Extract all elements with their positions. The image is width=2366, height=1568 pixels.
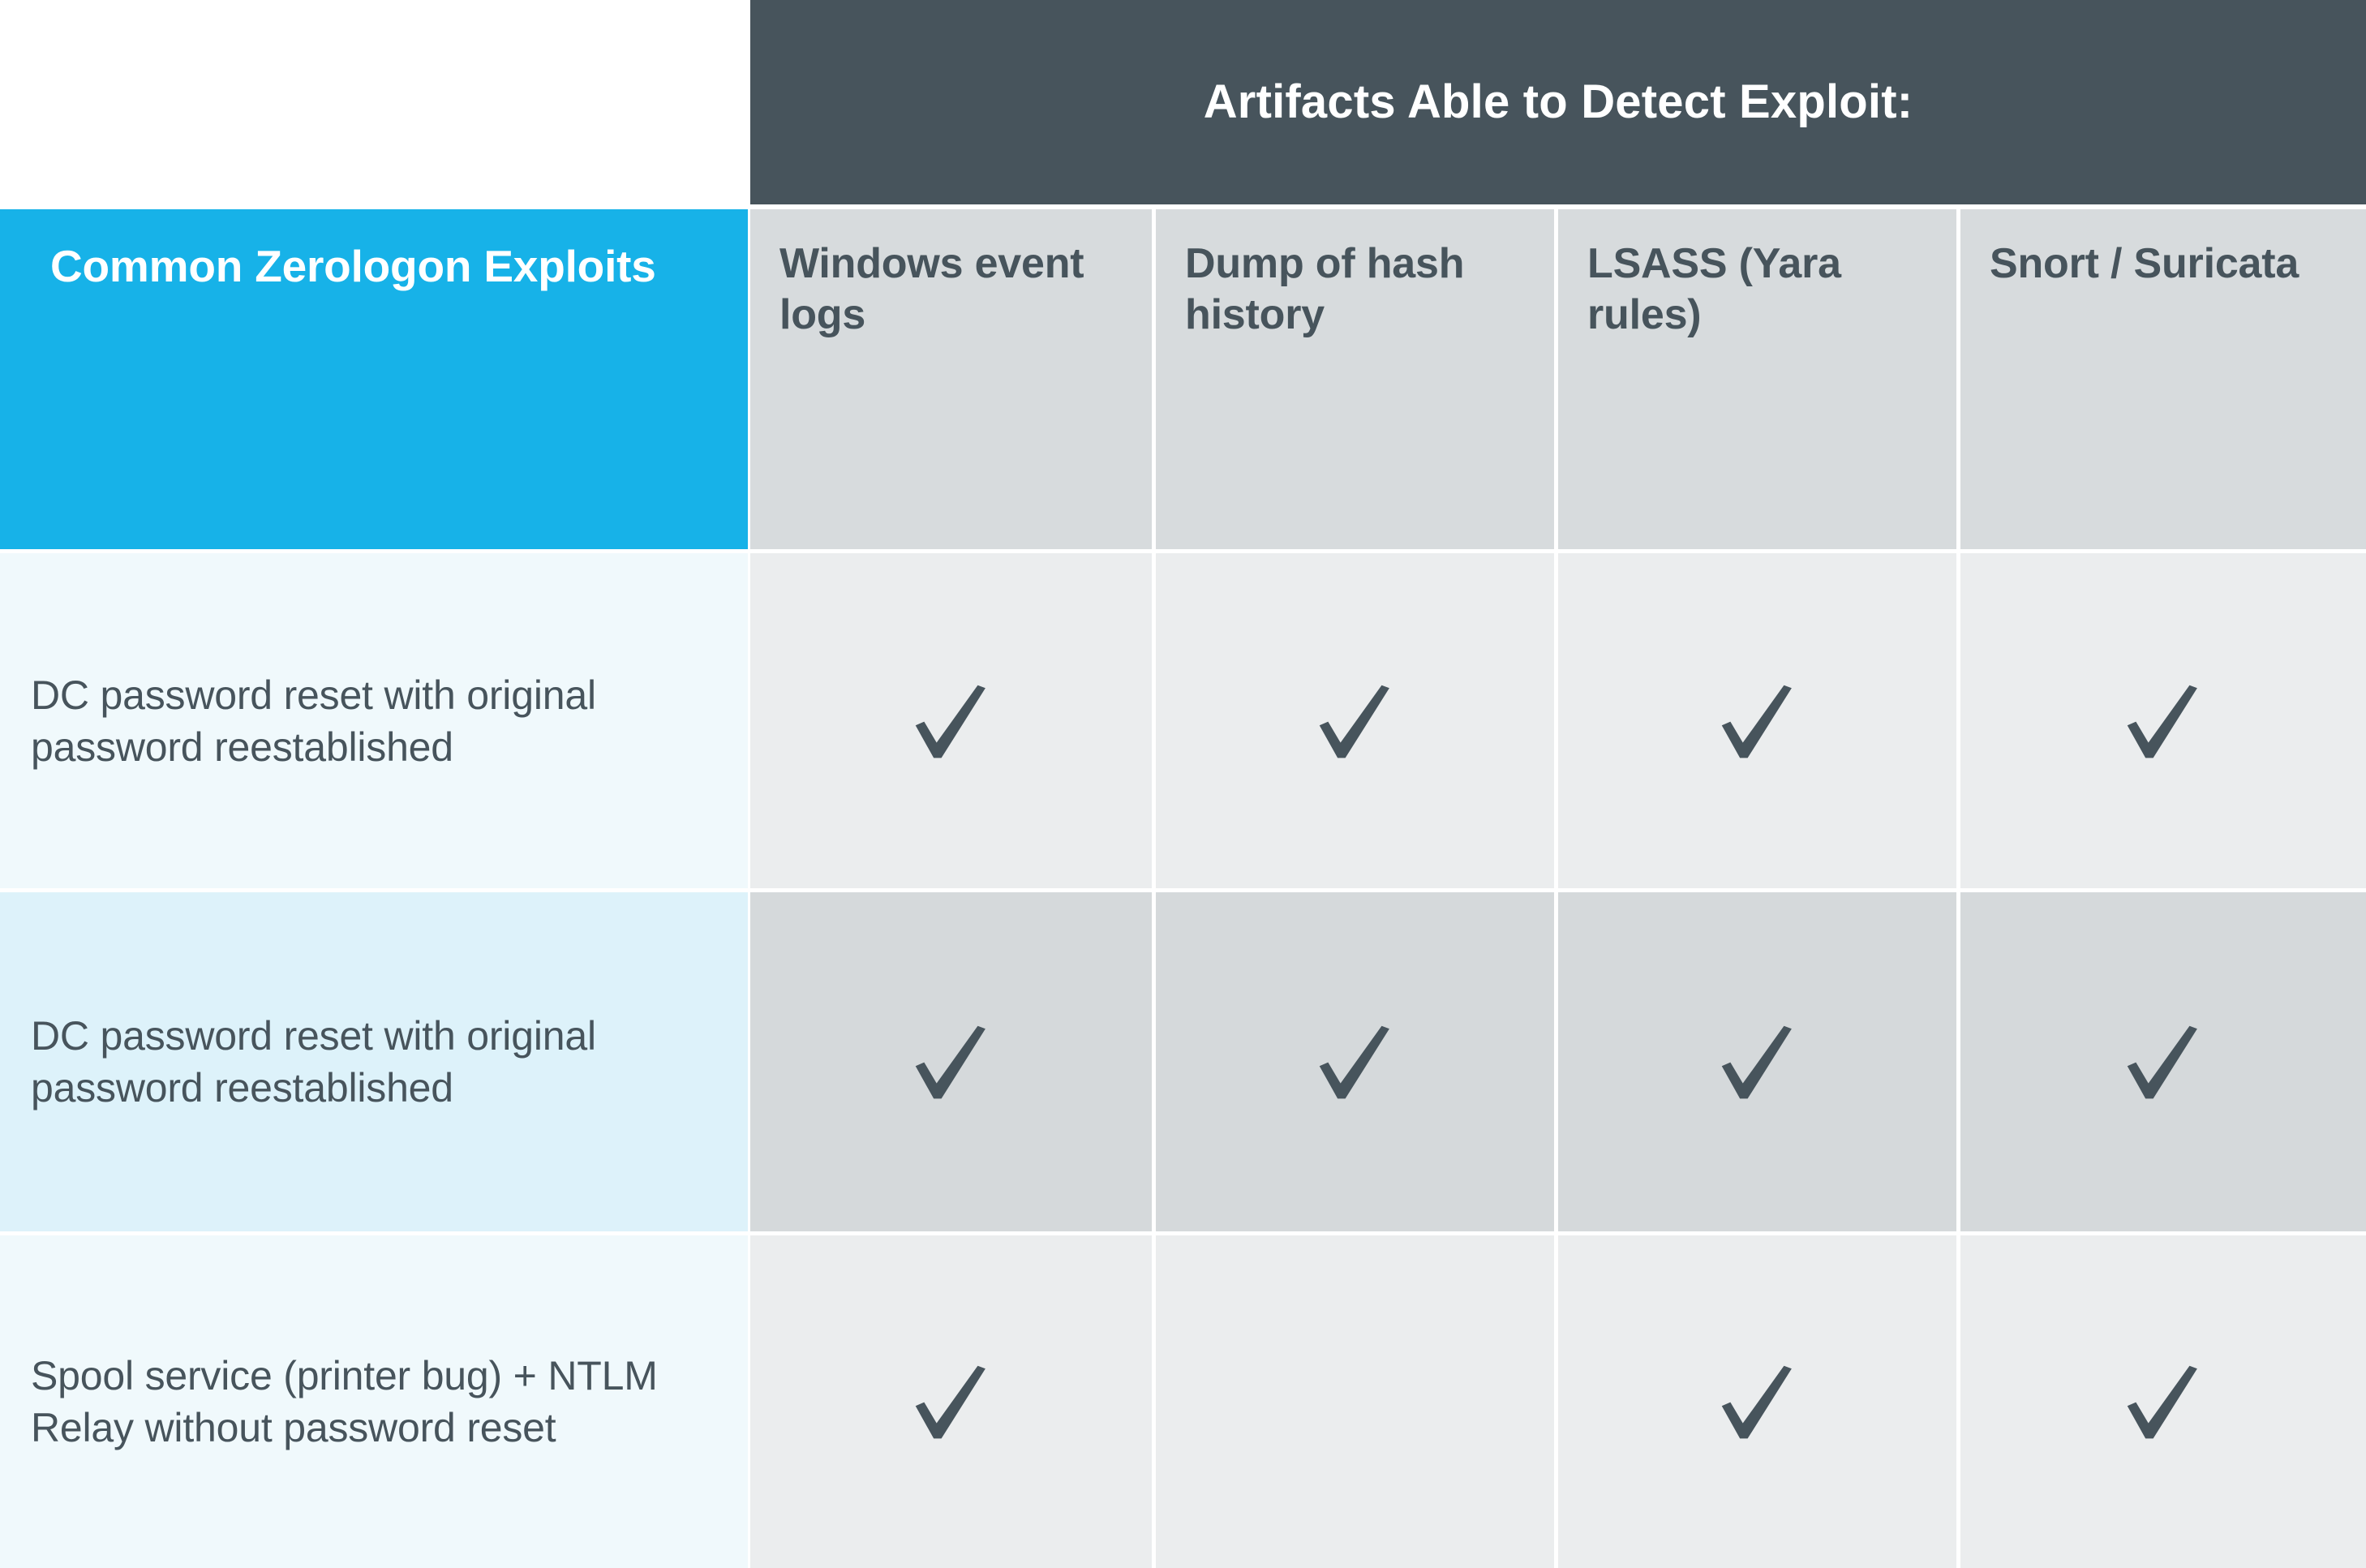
column-header-label: Windows event logs bbox=[779, 240, 1084, 339]
matrix-cell bbox=[1558, 553, 1956, 888]
table-row: DC password reset with original password… bbox=[0, 892, 2366, 1231]
row-label: DC password reset with original password… bbox=[31, 672, 596, 770]
table-row: Spool service (printer bug) + NTLM Relay… bbox=[0, 1235, 2366, 1568]
column-header-dump-of-hash-history: Dump of hash history bbox=[1156, 209, 1554, 549]
check-mark-icon bbox=[1721, 685, 1792, 758]
detection-matrix-table: Artifacts Able to Detect Exploit: Common… bbox=[0, 0, 2366, 1568]
matrix-cell bbox=[750, 892, 1152, 1231]
artifacts-banner-title: Artifacts Able to Detect Exploit: bbox=[1203, 75, 1913, 129]
check-mark-icon bbox=[1319, 1025, 1389, 1099]
matrix-cell bbox=[750, 553, 1152, 888]
row-label: Spool service (printer bug) + NTLM Relay… bbox=[31, 1353, 658, 1450]
row-label-cell: DC password reset with original password… bbox=[0, 892, 748, 1231]
table-row: DC password reset with original password… bbox=[0, 553, 2366, 888]
row-header-label: Common Zerologon Exploits bbox=[50, 241, 656, 291]
check-mark-icon bbox=[1721, 1365, 1792, 1439]
matrix-cell bbox=[1960, 892, 2366, 1231]
matrix-cell bbox=[1156, 1235, 1554, 1568]
check-mark-icon bbox=[2127, 1025, 2197, 1099]
column-header-label: Dump of hash history bbox=[1185, 240, 1465, 339]
check-mark-icon bbox=[915, 1365, 985, 1439]
matrix-cell bbox=[1156, 553, 1554, 888]
column-header-lsass-yara-rules: LSASS (Yara rules) bbox=[1558, 209, 1956, 549]
matrix-cell bbox=[1960, 1235, 2366, 1568]
check-mark-icon bbox=[2127, 1365, 2197, 1439]
check-mark-icon bbox=[915, 1025, 985, 1099]
table-corner-blank bbox=[0, 0, 748, 204]
check-mark-icon bbox=[1319, 685, 1389, 758]
artifacts-banner: Artifacts Able to Detect Exploit: bbox=[750, 0, 2366, 204]
check-mark-icon bbox=[1721, 1025, 1792, 1099]
check-mark-icon bbox=[2127, 685, 2197, 758]
matrix-cell bbox=[1558, 1235, 1956, 1568]
column-header-snort-suricata: Snort / Suricata bbox=[1960, 209, 2366, 549]
row-label-cell: Spool service (printer bug) + NTLM Relay… bbox=[0, 1235, 748, 1568]
check-mark-icon bbox=[915, 685, 985, 758]
column-header-label: LSASS (Yara rules) bbox=[1587, 240, 1841, 339]
row-label-cell: DC password reset with original password… bbox=[0, 553, 748, 888]
column-header-windows-event-logs: Windows event logs bbox=[750, 209, 1152, 549]
matrix-cell bbox=[750, 1235, 1152, 1568]
column-header-label: Snort / Suricata bbox=[1990, 240, 2299, 287]
matrix-cell bbox=[1558, 892, 1956, 1231]
matrix-cell bbox=[1156, 892, 1554, 1231]
row-header-cell: Common Zerologon Exploits bbox=[0, 209, 748, 549]
table-header-row: Common Zerologon Exploits Windows event … bbox=[0, 209, 2366, 549]
matrix-cell bbox=[1960, 553, 2366, 888]
row-label: DC password reset with original password… bbox=[31, 1013, 596, 1110]
